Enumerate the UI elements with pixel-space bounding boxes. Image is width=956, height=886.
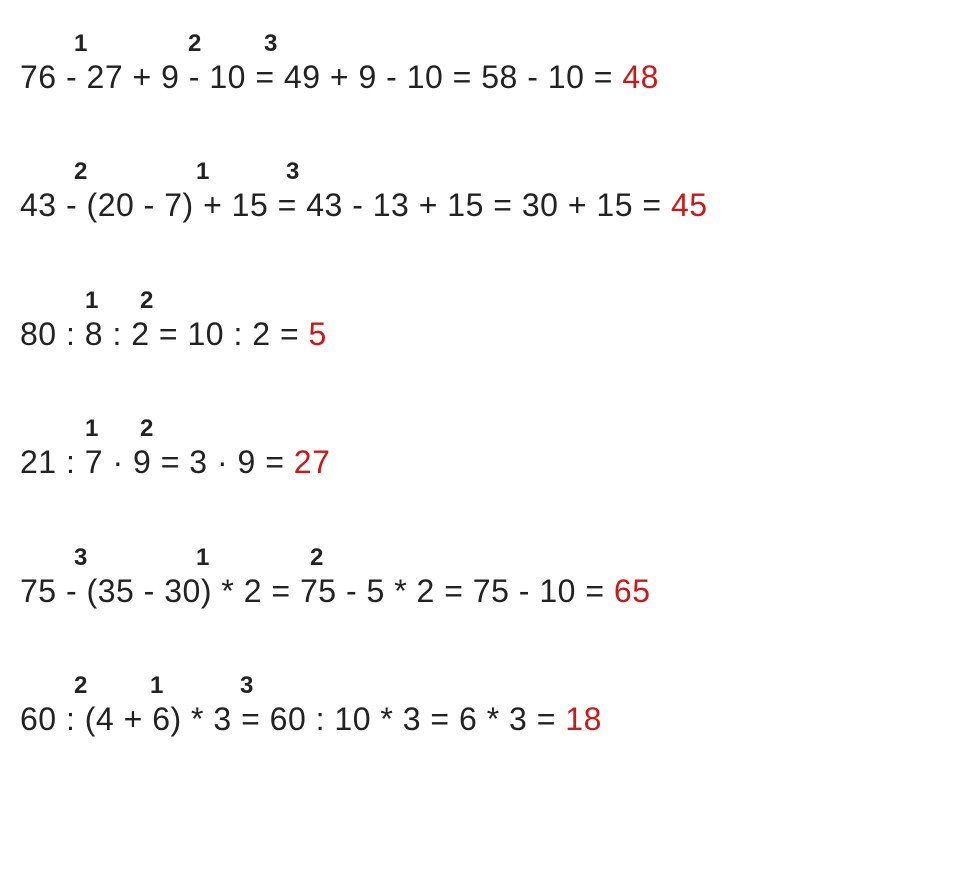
step-number: 3 xyxy=(286,158,299,187)
equation-block: 3 1 275 - (35 - 30) * 2 = 75 - 5 * 2 = 75 … xyxy=(20,544,936,610)
equation-row: 75 - (35 - 30) * 2 = 75 - 5 * 2 = 75 - 1… xyxy=(20,572,936,610)
step-number: 2 xyxy=(140,415,153,444)
equation-block: 1 2 376 - 27 + 9 - 10 = 49 + 9 - 10 = 58 -… xyxy=(20,30,936,96)
step-number: 1 xyxy=(196,158,209,187)
equation-block: 2 1 343 - (20 - 7) + 15 = 43 - 13 + 15 = 3… xyxy=(20,158,936,224)
step-order-row: 3 1 2 xyxy=(20,544,936,572)
step-number: 2 xyxy=(188,30,201,59)
equation-block: 1221 : 7 · 9 = 3 · 9 = 27 xyxy=(20,415,936,481)
expression-text: 80 : 8 : 2 = 10 : 2 = xyxy=(20,316,309,352)
step-order-row: 12 xyxy=(20,287,936,315)
step-number: 3 xyxy=(240,672,253,701)
step-number: 3 xyxy=(74,544,87,573)
step-number: 1 xyxy=(85,415,98,444)
step-number: 2 xyxy=(310,544,323,573)
step-order-row: 2 1 3 xyxy=(20,672,936,700)
math-worksheet: 12376 - 27 + 9 - 10 = 49 + 9 - 10 = 58 -… xyxy=(20,30,936,738)
expression-text: 21 : 7 · 9 = 3 · 9 = xyxy=(20,444,294,480)
step-order-row: 1 2 3 xyxy=(20,30,936,58)
result-value: 5 xyxy=(309,316,327,352)
step-order-row: 2 1 3 xyxy=(20,158,936,186)
equation-block: 2 1 360 : (4 + 6) * 3 = 60 : 10 * 3 = 6 * … xyxy=(20,672,936,738)
expression-text: 60 : (4 + 6) * 3 = 60 : 10 * 3 = 6 * 3 = xyxy=(20,701,565,737)
expression-text: 75 - (35 - 30) * 2 = 75 - 5 * 2 = 75 - 1… xyxy=(20,573,614,609)
step-number: 2 xyxy=(74,158,87,187)
step-number: 1 xyxy=(74,30,87,59)
equation-row: 80 : 8 : 2 = 10 : 2 = 5 xyxy=(20,315,936,353)
step-number: 1 xyxy=(196,544,209,573)
step-number: 2 xyxy=(74,672,87,701)
equation-row: 43 - (20 - 7) + 15 = 43 - 13 + 15 = 30 +… xyxy=(20,186,936,224)
result-value: 65 xyxy=(614,573,651,609)
equation-block: 1280 : 8 : 2 = 10 : 2 = 5 xyxy=(20,287,936,353)
equation-row: 76 - 27 + 9 - 10 = 49 + 9 - 10 = 58 - 10… xyxy=(20,58,936,96)
step-number: 1 xyxy=(85,287,98,316)
expression-text: 43 - (20 - 7) + 15 = 43 - 13 + 15 = 30 +… xyxy=(20,187,671,223)
step-number: 2 xyxy=(140,287,153,316)
equation-row: 21 : 7 · 9 = 3 · 9 = 27 xyxy=(20,443,936,481)
expression-text: 76 - 27 + 9 - 10 = 49 + 9 - 10 = 58 - 10… xyxy=(20,59,622,95)
step-number: 1 xyxy=(150,672,163,701)
step-order-row: 12 xyxy=(20,415,936,443)
step-number: 3 xyxy=(264,30,277,59)
equation-row: 60 : (4 + 6) * 3 = 60 : 10 * 3 = 6 * 3 =… xyxy=(20,700,936,738)
result-value: 27 xyxy=(294,444,331,480)
result-value: 45 xyxy=(671,187,708,223)
result-value: 48 xyxy=(622,59,659,95)
result-value: 18 xyxy=(565,701,602,737)
